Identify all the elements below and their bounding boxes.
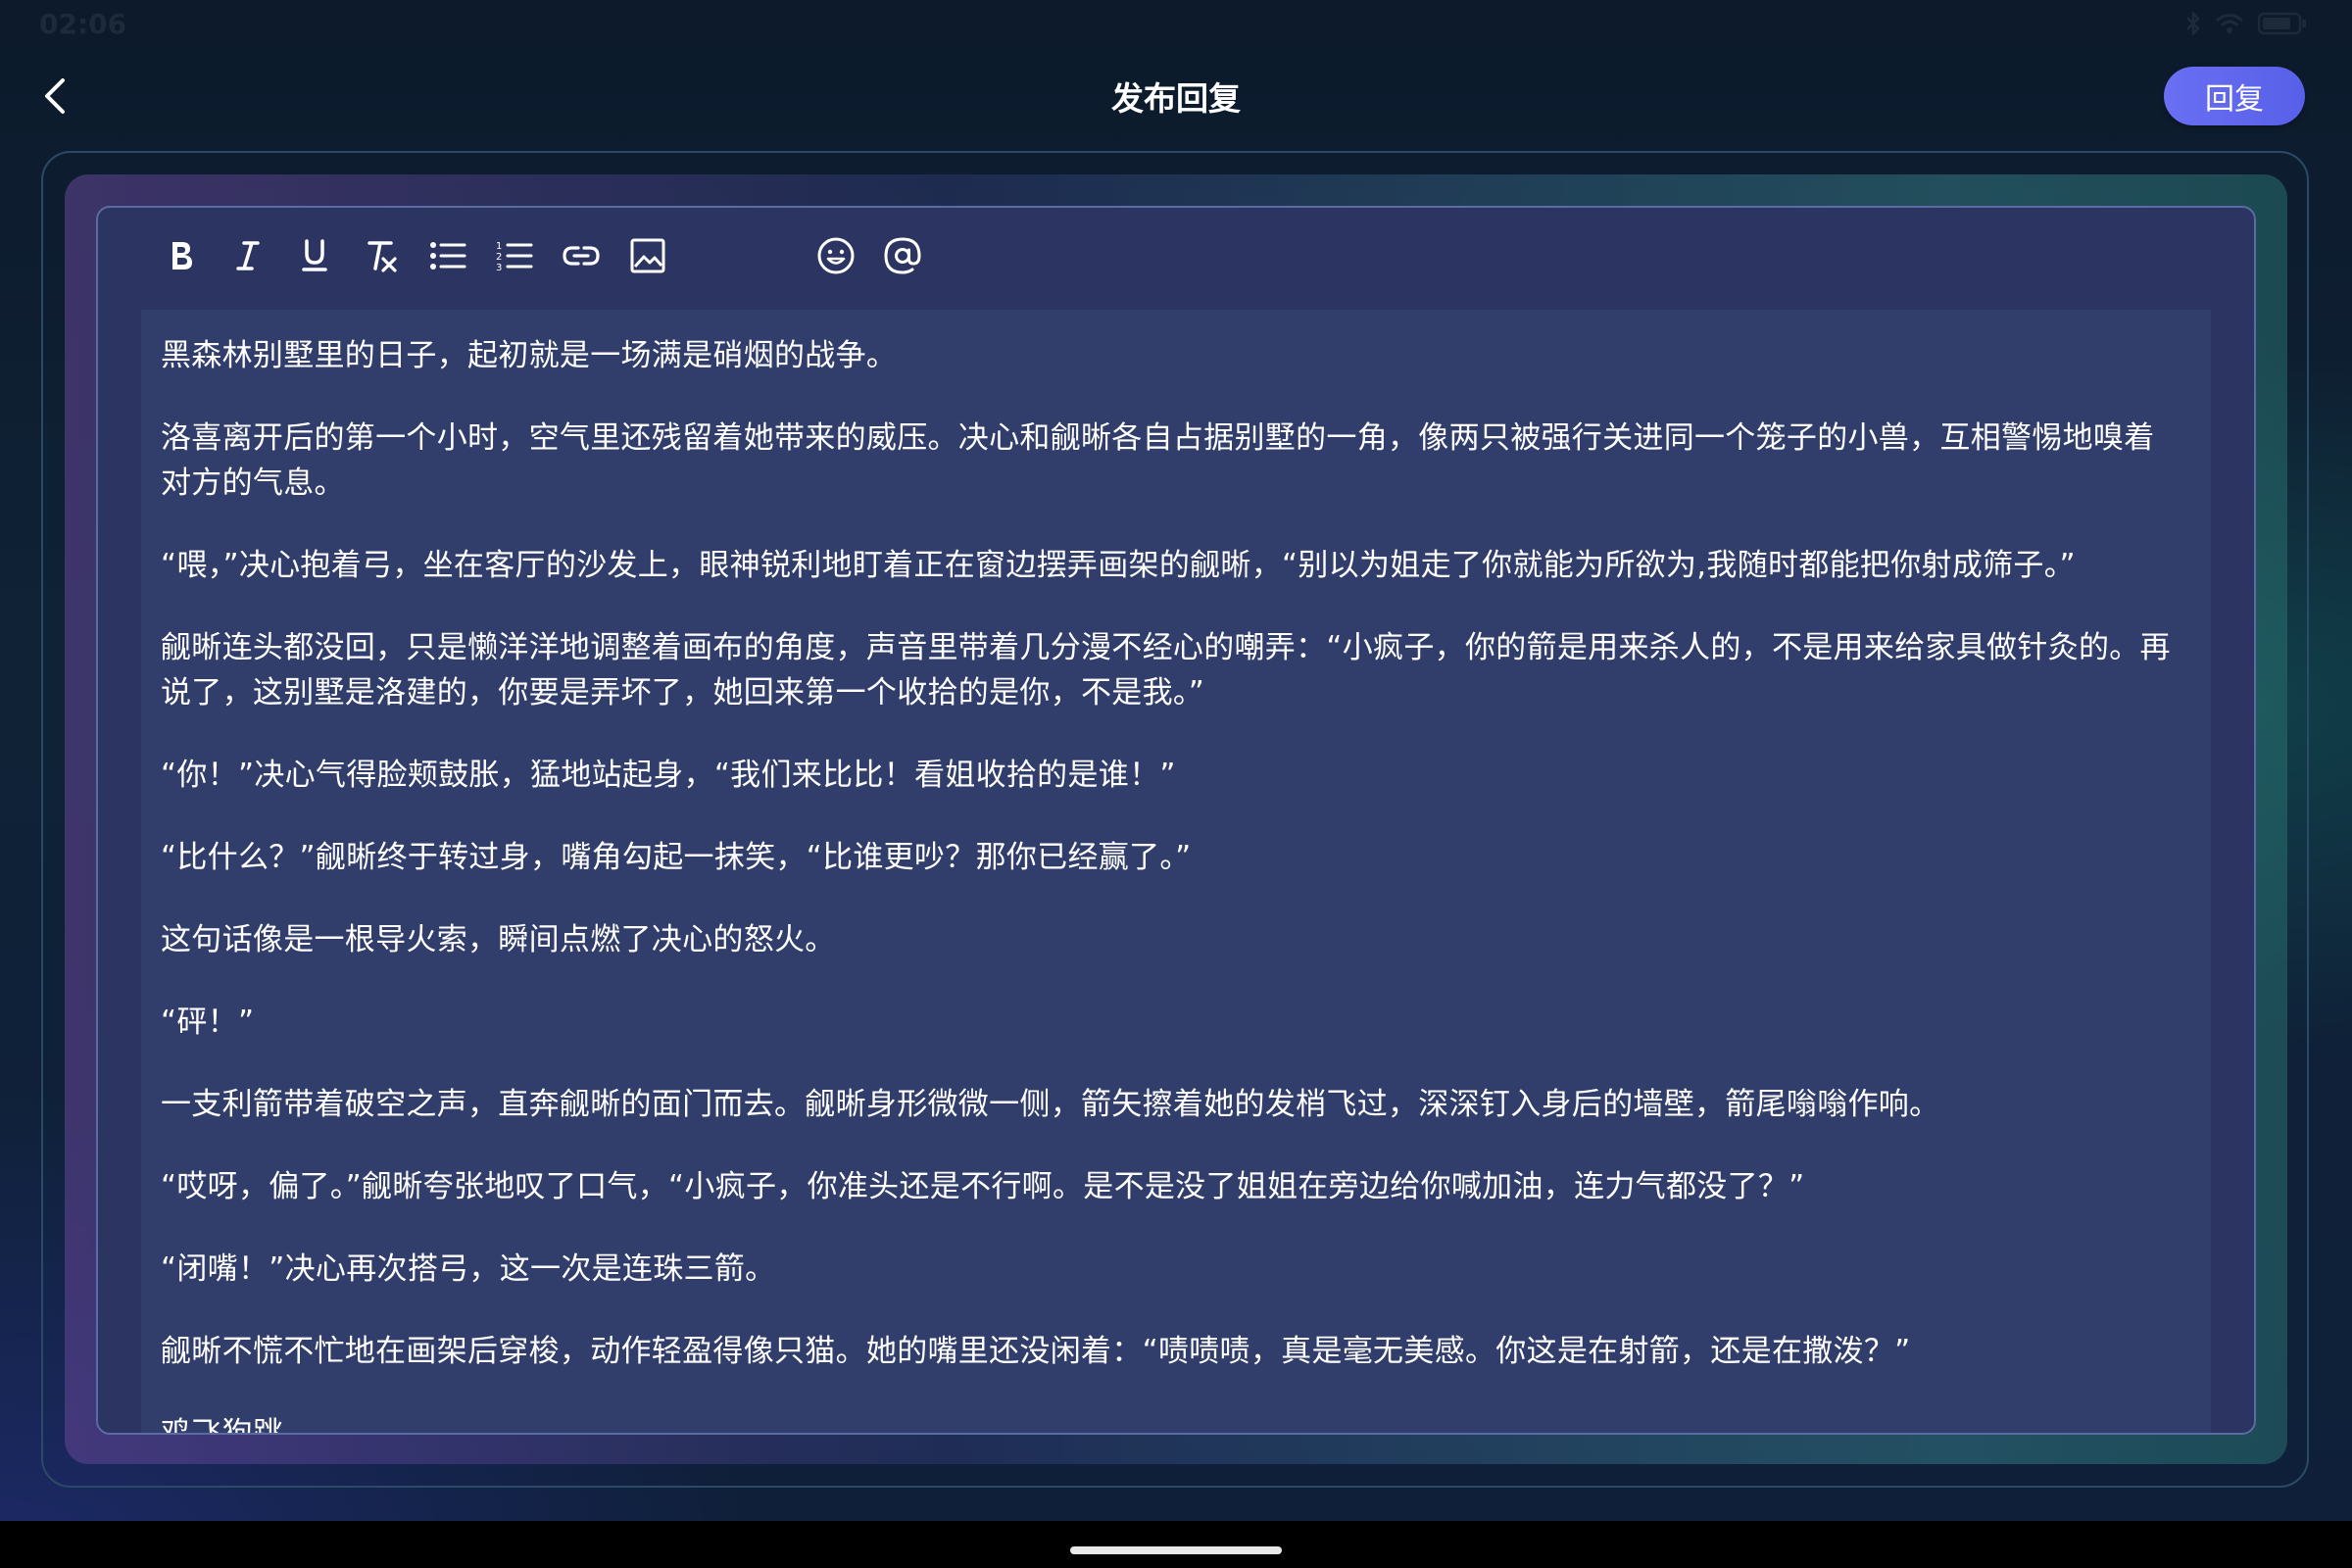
- wifi-icon: [2215, 13, 2244, 34]
- navigation-bar: [0, 1521, 2352, 1568]
- clear-format-icon[interactable]: [359, 233, 404, 278]
- image-icon[interactable]: [625, 233, 670, 278]
- paragraph: 觎晰连头都没回，只是懒洋洋地调整着画布的角度，声音里带着几分漫不经心的嘲弄：“小…: [161, 630, 2171, 710]
- mention-icon[interactable]: [880, 233, 925, 278]
- rich-text-editor: 123 黑森林别墅里的日子，起初就是一场满是硝烟的战争。 洛喜离开后的第一个小时…: [96, 206, 2256, 1435]
- bullet-list-icon[interactable]: [425, 233, 470, 278]
- paragraph: 鸡飞狗跳。: [161, 1416, 315, 1435]
- page-title: 发布回复: [1111, 79, 1241, 118]
- paragraph: “比什么？”觎晰终于转过身，嘴角勾起一抹笑，“比谁更吵？那你已经赢了。”: [161, 840, 1192, 875]
- paragraph: “哎呀，偏了。”觎晰夸张地叹了口气，“小疯子，你准头还是不行啊。是不是没了姐姐在…: [161, 1169, 1805, 1204]
- battery-icon: [2258, 12, 2307, 35]
- emoji-icon[interactable]: [813, 233, 858, 278]
- status-bar: 02:06: [0, 0, 2352, 49]
- paragraph: “闭嘴！”决心再次搭弓，这一次是连珠三箭。: [161, 1251, 776, 1287]
- svg-text:3: 3: [496, 263, 502, 272]
- status-icons: [2185, 12, 2307, 35]
- underline-icon[interactable]: [292, 233, 337, 278]
- status-time: 02:06: [39, 8, 127, 40]
- italic-icon[interactable]: [225, 233, 270, 278]
- reply-button[interactable]: 回复: [2164, 67, 2305, 125]
- paragraph: 觎晰不慌不忙地在画架后穿梭，动作轻盈得像只猫。她的嘴里还没闲着：“啧啧啧，真是毫…: [161, 1334, 1911, 1369]
- link-icon[interactable]: [559, 233, 604, 278]
- paragraph: “你！”决心气得脸颊鼓胀，猛地站起身，“我们来比比！看姐收拾的是谁！”: [161, 758, 1176, 793]
- home-indicator[interactable]: [1070, 1546, 1282, 1554]
- svg-text:1: 1: [496, 241, 502, 252]
- paragraph: 一支利箭带着破空之声，直奔觎晰的面门而去。觎晰身形微微一侧，箭矢擦着她的发梢飞过…: [161, 1087, 1940, 1122]
- paragraph: “喂，”决心抱着弓，坐在客厅的沙发上，眼神锐利地盯着正在窗边摆弄画架的觎晰，“别…: [161, 548, 2076, 583]
- paragraph: 黑森林别墅里的日子，起初就是一场满是硝烟的战争。: [161, 338, 898, 373]
- paragraph: “砰！”: [161, 1004, 255, 1040]
- numbered-list-icon[interactable]: 123: [492, 233, 537, 278]
- bluetooth-icon: [2185, 12, 2201, 35]
- paragraph: 洛喜离开后的第一个小时，空气里还残留着她带来的威压。决心和觎晰各自占据别墅的一角…: [161, 420, 2155, 501]
- svg-text:2: 2: [496, 252, 502, 263]
- bold-icon[interactable]: [159, 233, 204, 278]
- paragraph: 这句话像是一根导火索，瞬间点燃了决心的怒火。: [161, 922, 836, 957]
- editor-content[interactable]: 黑森林别墅里的日子，起初就是一场满是硝烟的战争。 洛喜离开后的第一个小时，空气里…: [141, 310, 2211, 1435]
- editor-toolbar: 123: [159, 233, 947, 278]
